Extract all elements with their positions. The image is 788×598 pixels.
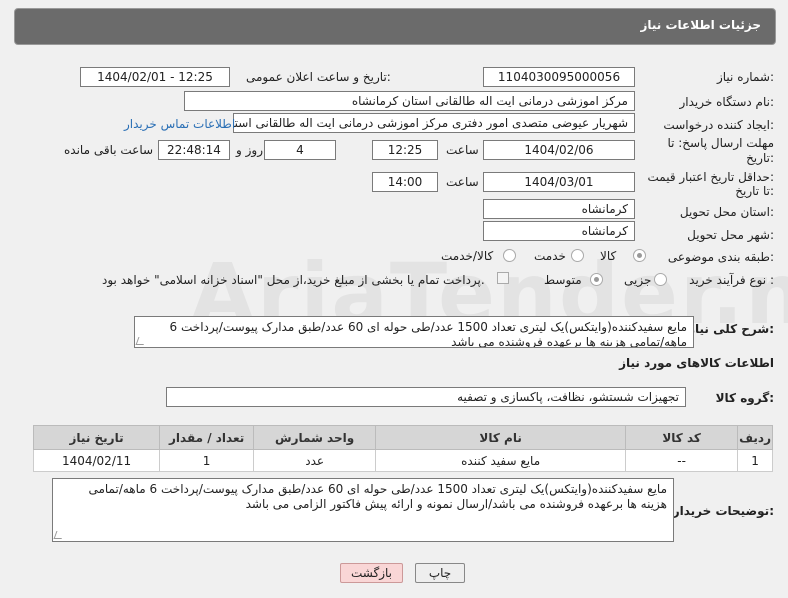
days-remaining-field[interactable]: 4	[264, 140, 336, 160]
col-date: تاریخ نیاز	[32, 425, 161, 450]
header-panel: جزئیات اطلاعات نیاز	[14, 8, 776, 45]
treasury-payment-checkbox[interactable]	[497, 272, 509, 284]
cell-name: مایع سفید کننده	[375, 449, 627, 472]
city-field[interactable]: کرمانشاه	[483, 221, 635, 241]
process-minor-label: جزیی	[624, 273, 652, 287]
table-row[interactable]: 1 -- مایع سفید کننده عدد 1 1404/02/11	[32, 449, 773, 472]
price-validity-time-label: ساعت	[446, 175, 479, 189]
deadline-time-label: ساعت	[446, 143, 479, 157]
col-unit: واحد شمارش	[253, 425, 377, 450]
category-goods-label: کالا	[600, 249, 617, 263]
resize-handle-icon[interactable]	[53, 531, 65, 539]
need-number-field[interactable]: 1104030095000056	[483, 67, 635, 87]
creator-label: ایجاد کننده درخواست:	[663, 118, 774, 132]
province-label: استان محل تحویل:	[679, 205, 774, 219]
resize-handle-icon[interactable]	[135, 337, 147, 345]
col-name: نام کالا	[375, 425, 627, 450]
buyer-notes-textarea[interactable]: مایع سفیدکننده(وایتکس)یک لیتری تعداد 150…	[52, 478, 674, 542]
buyer-field[interactable]: مرکز اموزشی درمانی ایت اله طالقانی استان…	[184, 91, 635, 111]
buyer-notes-label: توضیحات خریدار:	[672, 504, 774, 518]
buyer-notes-text: مایع سفیدکننده(وایتکس)یک لیتری تعداد 150…	[88, 482, 667, 511]
description-text: مایع سفیدکننده(وایتکس)یک لیتری تعداد 150…	[169, 320, 687, 348]
announce-datetime-field[interactable]: 1404/02/01 - 12:25	[80, 67, 230, 87]
announce-label: تاریخ و ساعت اعلان عمومی:	[246, 70, 391, 84]
col-qty: تعداد / مقدار	[159, 425, 255, 450]
description-label: شرح کلی نیاز:	[688, 322, 774, 336]
category-radio-goods-service[interactable]	[503, 249, 516, 262]
deadline-label: مهلت ارسال پاسخ: تا	[667, 136, 774, 150]
category-label: طبقه بندی موضوعی:	[667, 250, 774, 264]
col-index: ردیف	[737, 425, 773, 450]
treasury-payment-note: پرداخت تمام یا بخشی از مبلغ خرید،از محل …	[102, 273, 485, 287]
goods-table-header: ردیف کد کالا نام کالا واحد شمارش تعداد /…	[32, 425, 773, 450]
back-button[interactable]: بازگشت	[340, 563, 403, 583]
need-number-label: شماره نیاز:	[716, 70, 774, 84]
goods-group-label: گروه کالا:	[715, 391, 774, 405]
creator-field[interactable]: شهریار عیوضی متصدی امور دفتری مرکز اموزش…	[233, 113, 635, 133]
category-goods-service-label: کالا/خدمت	[441, 249, 494, 263]
cell-date: 1404/02/11	[32, 449, 161, 472]
category-service-label: خدمت	[534, 249, 566, 263]
deadline-time-field[interactable]: 12:25	[372, 140, 438, 160]
deadline-date-field[interactable]: 1404/02/06	[483, 140, 635, 160]
deadline-label-date: تاریخ:	[746, 151, 774, 165]
process-radio-medium[interactable]	[590, 273, 603, 286]
category-radio-service[interactable]	[571, 249, 584, 262]
cell-unit: عدد	[253, 449, 377, 472]
category-radio-goods[interactable]	[633, 249, 646, 262]
process-radio-minor[interactable]	[654, 273, 667, 286]
price-validity-label-date: تا تاریخ:	[735, 184, 774, 198]
print-button[interactable]: چاپ	[415, 563, 465, 583]
process-medium-label: متوسط	[544, 273, 582, 287]
days-label: روز و	[236, 143, 263, 157]
page-title: جزئیات اطلاعات نیاز	[640, 18, 761, 32]
description-textarea[interactable]: مایع سفیدکننده(وایتکس)یک لیتری تعداد 150…	[134, 316, 694, 348]
city-label: شهر محل تحویل:	[687, 228, 774, 242]
cell-qty: 1	[159, 449, 255, 472]
price-validity-time-field[interactable]: 14:00	[372, 172, 438, 192]
cell-index: 1	[737, 449, 773, 472]
buyer-label: نام دستگاه خریدار:	[679, 95, 775, 109]
price-validity-label: حداقل تاریخ اعتبار قیمت:	[647, 170, 774, 184]
remaining-time-field[interactable]: 22:48:14	[158, 140, 230, 160]
remaining-label: ساعت باقی مانده	[64, 143, 154, 157]
cell-code: --	[625, 449, 739, 472]
goods-table: ردیف کد کالا نام کالا واحد شمارش تعداد /…	[32, 425, 773, 472]
col-code: کد کالا	[625, 425, 739, 450]
price-validity-date-field[interactable]: 1404/03/01	[483, 172, 635, 192]
process-label: نوع فرآیند خرید :	[689, 273, 774, 287]
province-field[interactable]: کرمانشاه	[483, 199, 635, 219]
goods-section-title: اطلاعات کالاهای مورد نیاز	[619, 356, 774, 370]
buyer-contact-link[interactable]: اطلاعات تماس خریدار	[124, 117, 235, 131]
goods-group-field[interactable]: تجهیزات شستشو، نظافت، پاکسازی و تصفیه	[166, 387, 686, 407]
